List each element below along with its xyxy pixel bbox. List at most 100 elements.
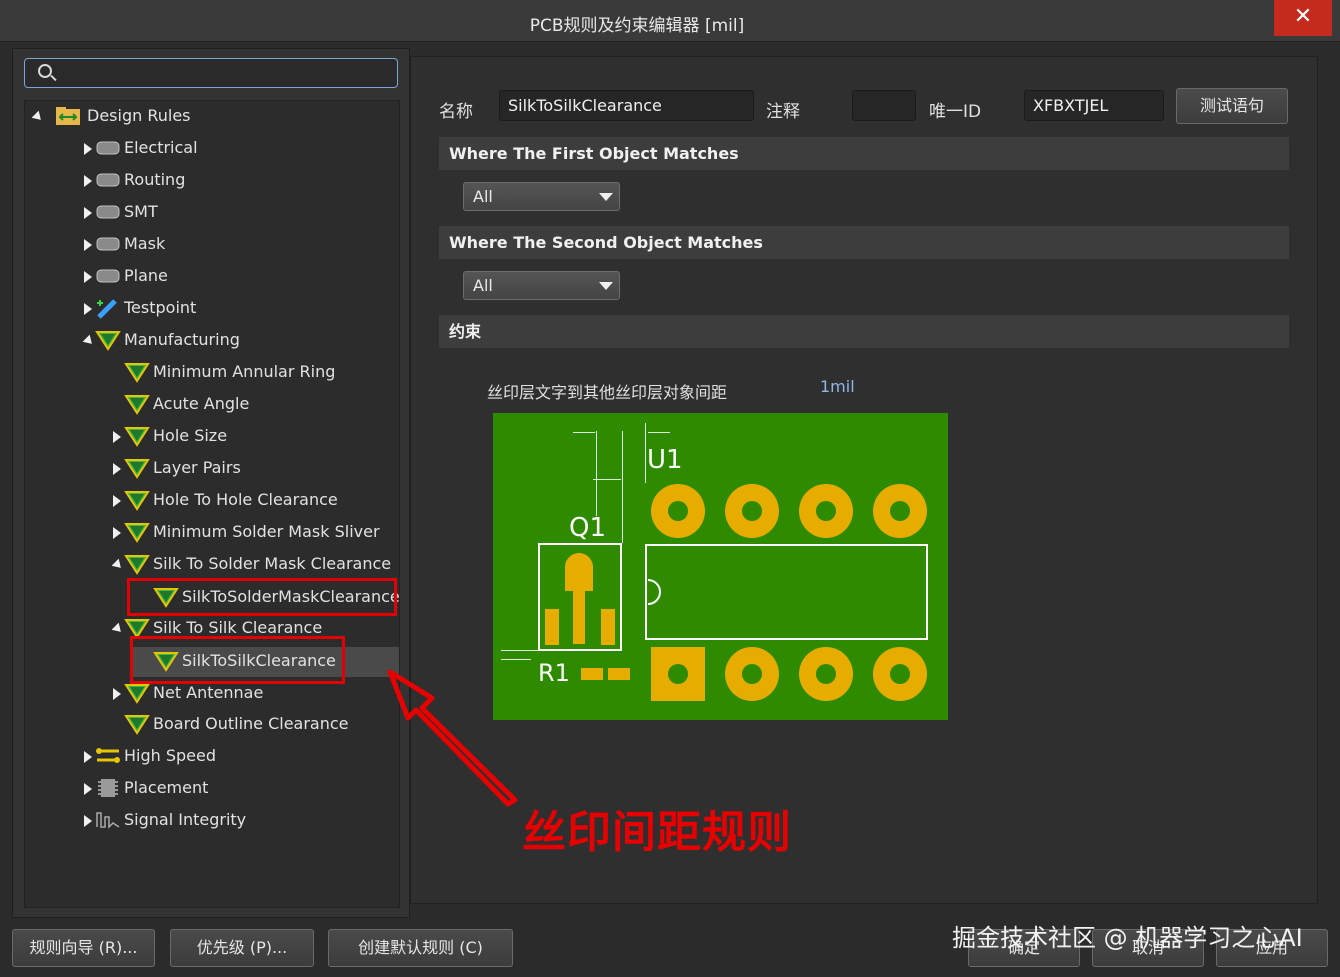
tree-item[interactable]: Board Outline Clearance	[25, 710, 399, 738]
collapse-arrow-icon[interactable]	[113, 688, 121, 700]
unique-id-field[interactable]: XFBXTJEL	[1024, 90, 1164, 121]
tree-item[interactable]: Mask	[25, 230, 399, 258]
tree-item[interactable]: Signal Integrity	[25, 806, 399, 834]
plane-icon	[95, 265, 121, 287]
dimension-line	[648, 432, 670, 433]
rule-icon	[124, 457, 150, 479]
collapse-arrow-icon[interactable]	[84, 783, 92, 795]
tree-item[interactable]: Design Rules	[25, 102, 399, 130]
expand-arrow-icon[interactable]	[82, 334, 96, 348]
dimension-line	[645, 423, 646, 483]
close-button[interactable]: ✕	[1274, 0, 1332, 36]
second-match-dropdown[interactable]: All	[463, 271, 620, 300]
tree-item-label: Minimum Annular Ring	[153, 362, 336, 381]
collapse-arrow-icon[interactable]	[113, 431, 121, 443]
tree-item-label: Minimum Solder Mask Sliver	[153, 522, 380, 541]
design-rules-icon	[55, 105, 81, 127]
create-default-rules-button[interactable]: 创建默认规则 (C)	[328, 929, 513, 967]
search-icon	[38, 64, 52, 78]
tree-item-label: Routing	[124, 170, 186, 189]
tree-item[interactable]: Hole Size	[25, 422, 399, 450]
rule-icon	[124, 393, 150, 415]
collapse-arrow-icon[interactable]	[84, 815, 92, 827]
rule-icon	[124, 682, 150, 704]
pad	[725, 647, 779, 701]
tree-item[interactable]: Routing	[25, 166, 399, 194]
rule-icon	[124, 361, 150, 383]
tree-item[interactable]: Hole To Hole Clearance	[25, 486, 399, 514]
r1-pad	[581, 668, 603, 680]
collapse-arrow-icon[interactable]	[84, 751, 92, 763]
pad	[799, 647, 853, 701]
dimension-line	[596, 431, 597, 516]
first-match-header: Where The First Object Matches	[439, 137, 1289, 170]
pad	[725, 484, 779, 538]
tree-item-label: SMT	[124, 202, 158, 221]
tree-item[interactable]: Minimum Annular Ring	[25, 358, 399, 386]
rule-tree: Design Rules Electrical Routing SMT Mask Plan…	[24, 100, 400, 908]
pad	[873, 647, 927, 701]
q1-pin	[601, 609, 615, 645]
tree-item-label: Signal Integrity	[124, 810, 247, 829]
tree-item[interactable]: High Speed	[25, 742, 399, 770]
testpoint-icon	[95, 297, 121, 319]
q1-pin	[573, 588, 585, 644]
first-match-dropdown[interactable]: All	[463, 182, 620, 211]
smt-icon	[95, 201, 121, 223]
name-label: 名称	[439, 102, 473, 122]
tree-item[interactable]: Acute Angle	[25, 390, 399, 418]
priority-button[interactable]: 优先级 (P)...	[170, 929, 314, 967]
expand-arrow-icon[interactable]	[31, 110, 45, 124]
collapse-arrow-icon[interactable]	[113, 527, 121, 539]
search-input[interactable]	[24, 58, 398, 88]
tree-item[interactable]: Silk To Solder Mask Clearance	[25, 550, 399, 578]
expand-arrow-icon[interactable]	[111, 622, 125, 636]
tree-item[interactable]: Placement	[25, 774, 399, 802]
expand-arrow-icon[interactable]	[111, 558, 125, 572]
collapse-arrow-icon[interactable]	[84, 175, 92, 187]
test-query-button[interactable]: 测试语句	[1176, 88, 1288, 124]
rule-wizard-button[interactable]: 规则向导 (R)...	[12, 929, 155, 967]
manufacturing-icon	[95, 329, 121, 351]
watermark: 掘金技术社区 @ 机器学习之心AI	[952, 924, 1303, 952]
dimension-line	[593, 479, 621, 480]
collapse-arrow-icon[interactable]	[84, 271, 92, 283]
tree-item[interactable]: Electrical	[25, 134, 399, 162]
r1-designator: R1	[538, 659, 570, 687]
ic-outline	[645, 544, 928, 640]
tree-item[interactable]: Manufacturing	[25, 326, 399, 354]
pad	[873, 484, 927, 538]
chevron-down-icon	[599, 193, 613, 201]
collapse-arrow-icon[interactable]	[84, 239, 92, 251]
comment-field[interactable]	[852, 90, 916, 121]
collapse-arrow-icon[interactable]	[84, 207, 92, 219]
second-match-value: All	[473, 276, 493, 295]
tree-item[interactable]: Plane	[25, 262, 399, 290]
rule-icon	[124, 425, 150, 447]
tree-item[interactable]: SMT	[25, 198, 399, 226]
tree-item[interactable]: Testpoint	[25, 294, 399, 322]
collapse-arrow-icon[interactable]	[113, 463, 121, 475]
tree-item[interactable]: Minimum Solder Mask Sliver	[25, 518, 399, 546]
electrical-icon	[95, 137, 121, 159]
ic-notch	[648, 579, 661, 605]
placement-icon	[95, 777, 121, 799]
tree-item[interactable]: Layer Pairs	[25, 454, 399, 482]
q1-designator: Q1	[569, 513, 607, 543]
annotation-label: 丝印间距规则	[522, 807, 792, 858]
tree-item-label: Board Outline Clearance	[153, 714, 349, 733]
rule-icon	[124, 489, 150, 511]
collapse-arrow-icon[interactable]	[84, 303, 92, 315]
collapse-arrow-icon[interactable]	[84, 143, 92, 155]
rule-editor-panel: 名称 SilkToSilkClearance 注释 唯一ID XFBXTJEL …	[410, 56, 1318, 904]
rule-icon	[124, 713, 150, 735]
second-match-header: Where The Second Object Matches	[439, 226, 1289, 259]
r1-pad	[608, 668, 630, 680]
name-field[interactable]: SilkToSilkClearance	[499, 90, 754, 121]
pad	[799, 484, 853, 538]
constraints-header: 约束	[439, 315, 1289, 348]
silk-clearance-value[interactable]: 1mil	[820, 377, 855, 396]
collapse-arrow-icon[interactable]	[113, 495, 121, 507]
silk-clearance-label: 丝印层文字到其他丝印层对象间距	[487, 383, 728, 402]
annotation-box-silk-to-silk	[130, 636, 345, 684]
